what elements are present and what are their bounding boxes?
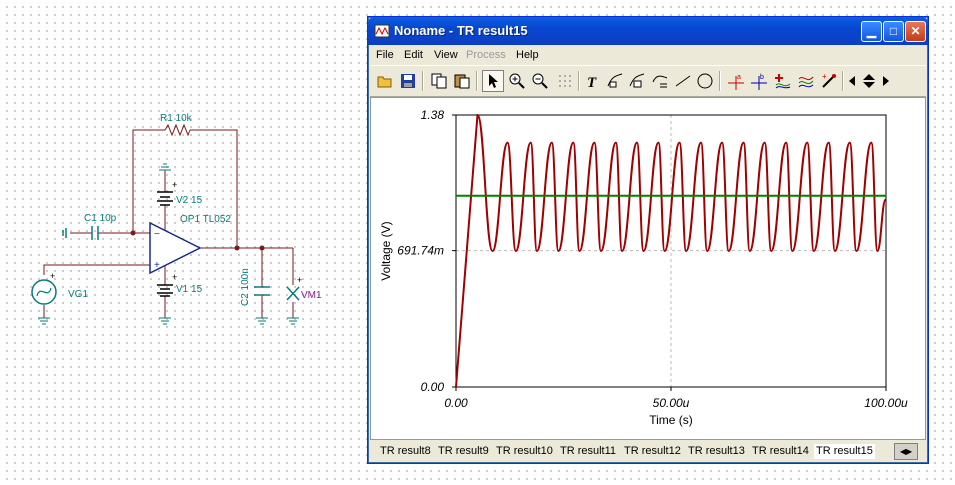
voltage-time-chart[interactable]: 0.00 691.74m 1.38 0.00 50.00u 100.00u Time (s)…: [371, 98, 925, 439]
menu-process[interactable]: Process: [466, 49, 506, 61]
scroll-right-icon[interactable]: [880, 70, 892, 92]
x-tick-label: 50.00u: [653, 396, 690, 410]
svg-text:−: −: [154, 229, 160, 240]
x-tick-label: 100.00u: [864, 396, 908, 410]
op1-label: OP1 TL052: [180, 214, 231, 225]
svg-text:+: +: [297, 275, 302, 285]
tab-scroll-arrows[interactable]: ◀▶: [894, 443, 918, 460]
menu-view[interactable]: View: [434, 49, 458, 61]
add-curve-icon[interactable]: [772, 70, 794, 92]
x-tick-label: 0.00: [444, 396, 468, 410]
minimize-button[interactable]: ▁: [861, 21, 882, 42]
curve-label-2-icon[interactable]: [626, 70, 648, 92]
plot-area[interactable]: 0.00 691.74m 1.38 0.00 50.00u 100.00u Time (s)…: [370, 97, 926, 440]
tab-tr-result9[interactable]: TR result9: [436, 444, 491, 459]
grid-icon[interactable]: [554, 70, 576, 92]
c1-label: C1 10p: [84, 213, 117, 224]
vm1-label: VM1: [301, 290, 322, 301]
tr-result-window: Noname - TR result15 ▁ □ ✕ File Edit Vie…: [367, 16, 929, 464]
r1-label: R1 10k: [160, 113, 193, 124]
tab-tr-result12[interactable]: TR result12: [622, 444, 683, 459]
scroll-updown-icon[interactable]: [858, 70, 880, 92]
circuit-schematic: − + + + + + R1 10k C1 10p V2 15 OP1 TL05…: [31, 113, 322, 325]
circle-tool-icon[interactable]: [694, 70, 716, 92]
zoom-in-icon[interactable]: [506, 70, 528, 92]
zoom-out-100-icon[interactable]: [529, 70, 551, 92]
svg-text:b: b: [760, 74, 764, 81]
paste-icon[interactable]: [451, 70, 473, 92]
y-tick-label: 691.74m: [397, 244, 444, 258]
svg-text:+: +: [50, 271, 55, 281]
x-axis-label: Time (s): [649, 413, 693, 427]
open-folder-icon[interactable]: [374, 70, 396, 92]
tab-tr-result11[interactable]: TR result11: [558, 444, 618, 459]
pointer-icon[interactable]: [482, 70, 504, 92]
tab-tr-result10[interactable]: TR result10: [494, 444, 555, 459]
copy-icon[interactable]: [428, 70, 450, 92]
c2-label: C2 100n: [240, 268, 251, 306]
svg-text:+: +: [172, 180, 177, 190]
window-title: Noname - TR result15: [394, 23, 528, 38]
tab-tr-result8[interactable]: TR result8: [378, 444, 433, 459]
curves-icon[interactable]: [795, 70, 817, 92]
svg-text:a: a: [737, 74, 741, 81]
menu-bar: File Edit View Process Help: [368, 45, 928, 65]
y-tick-label: 1.38: [421, 108, 445, 122]
tab-tr-result13[interactable]: TR result13: [686, 444, 747, 459]
plot-frame: [455, 114, 887, 388]
v1-label: V1 15: [176, 284, 203, 295]
line-tool-icon[interactable]: [672, 70, 694, 92]
menu-edit[interactable]: Edit: [404, 49, 423, 61]
svg-text:+: +: [172, 272, 177, 282]
cursor-a-icon[interactable]: a: [725, 70, 747, 92]
maximize-button[interactable]: □: [883, 21, 904, 42]
text-tool-icon[interactable]: T: [582, 70, 604, 92]
svg-text:+: +: [154, 260, 160, 271]
menu-file[interactable]: File: [376, 49, 394, 61]
svg-text:T: T: [587, 75, 597, 90]
scroll-left-icon[interactable]: [846, 70, 858, 92]
app-icon: [374, 24, 390, 38]
cursor-b-icon[interactable]: b: [748, 70, 770, 92]
v2-label: V2 15: [176, 195, 203, 206]
vg1-label: VG1: [68, 289, 88, 300]
series-output-voltage-line: [455, 113, 887, 388]
menu-help[interactable]: Help: [516, 49, 539, 61]
curve-formula-icon[interactable]: [649, 70, 671, 92]
close-button[interactable]: ✕: [905, 21, 926, 42]
result-tabs: TR result8 TR result9 TR result10 TR result…: [370, 442, 926, 461]
y-tick-label: 0.00: [421, 380, 445, 394]
tab-tr-result15[interactable]: TR result15: [814, 444, 875, 459]
y-axis-label: Voltage (V): [379, 221, 393, 280]
tab-tr-result14[interactable]: TR result14: [750, 444, 811, 459]
title-bar[interactable]: Noname - TR result15 ▁ □ ✕: [368, 17, 928, 45]
save-disk-icon[interactable]: [397, 70, 419, 92]
toolbar: T a b +: [370, 65, 926, 97]
svg-text:+: +: [822, 72, 827, 81]
curve-label-icon[interactable]: [604, 70, 626, 92]
probe-icon[interactable]: +: [818, 70, 840, 92]
